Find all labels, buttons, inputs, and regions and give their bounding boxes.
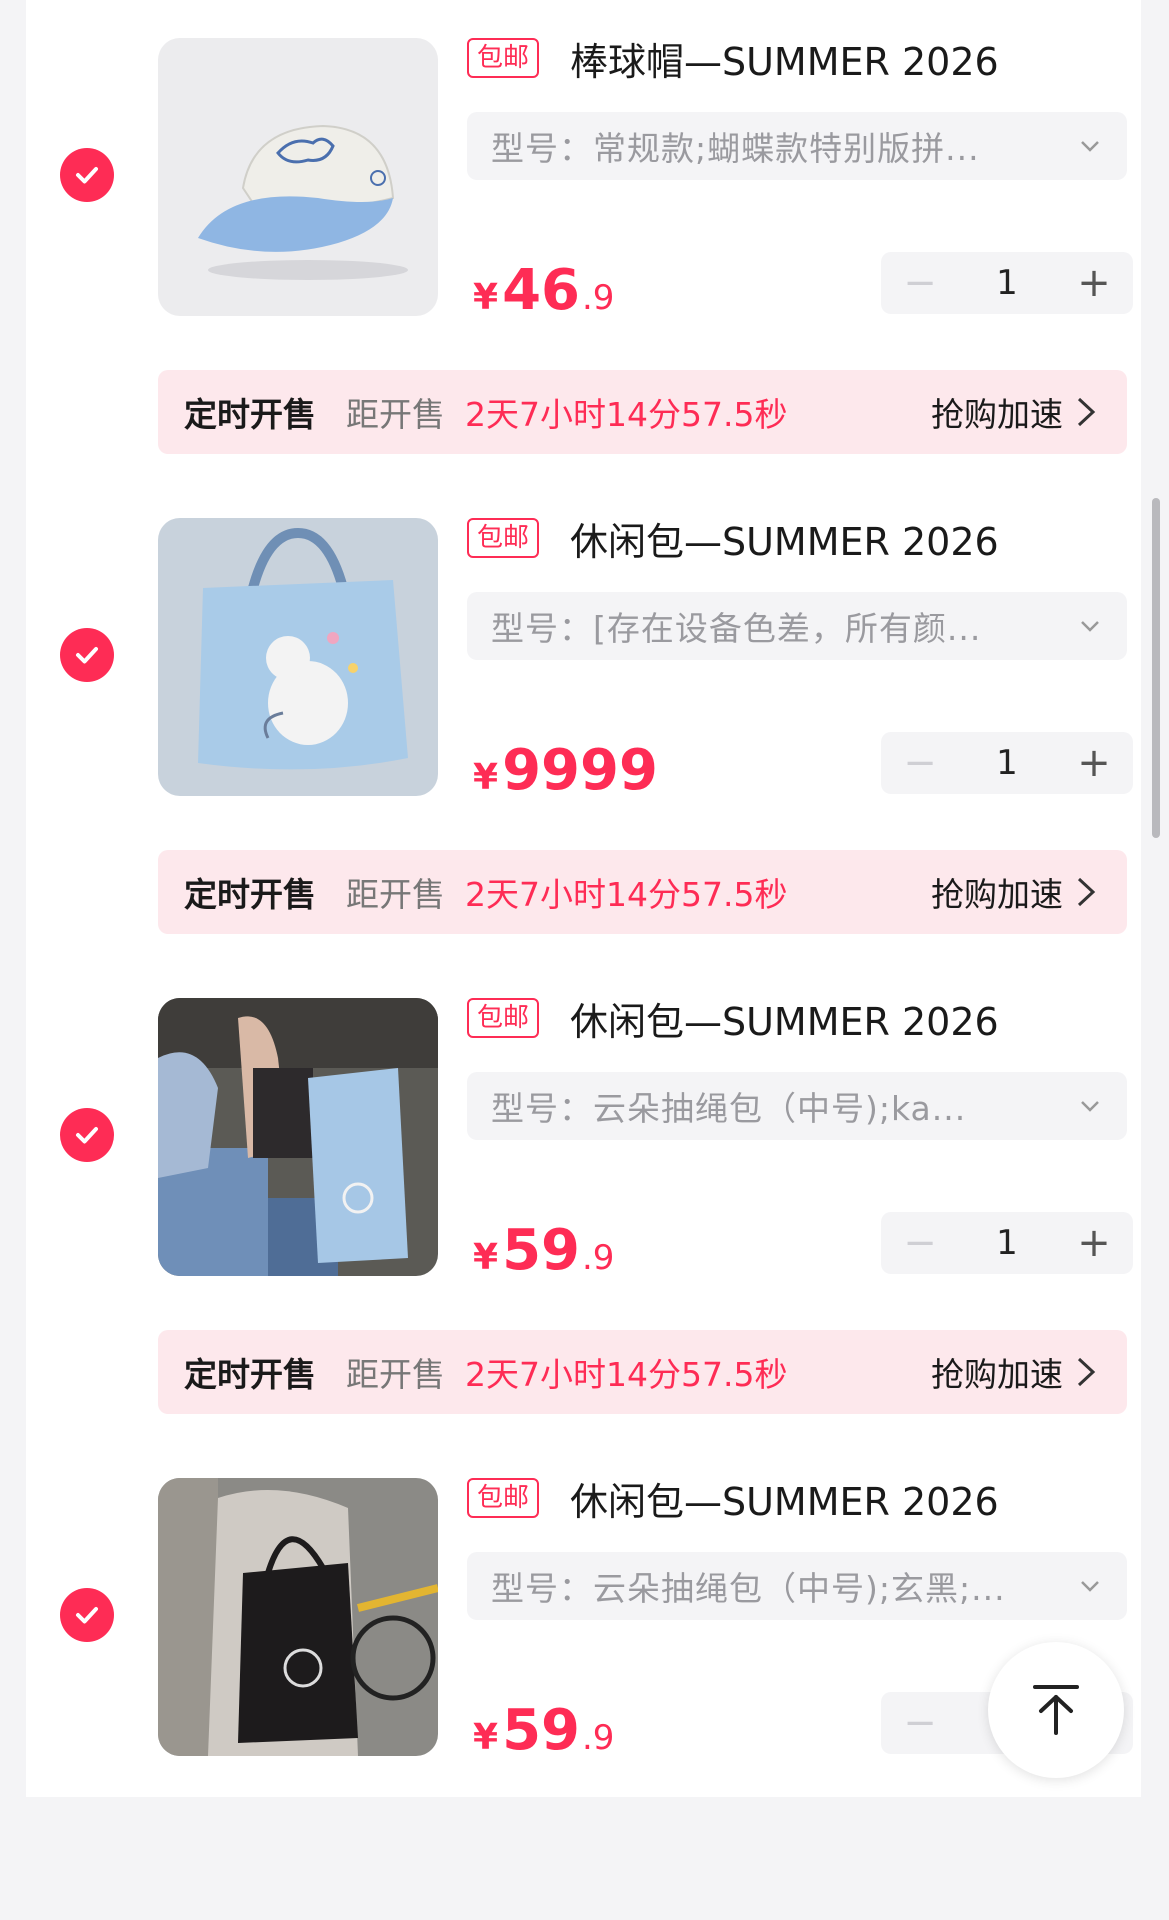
countdown: 2天7小时14分57.5秒 — [465, 395, 788, 434]
timer-prefix: 距开售 — [346, 1355, 445, 1394]
baseball-cap-image — [158, 38, 438, 316]
scheduled-sale-bar[interactable]: 定时开售 距开售 2天7小时14分57.5秒 抢购加速 — [158, 850, 1127, 934]
decrease-button[interactable]: − — [895, 1220, 945, 1266]
arrow-up-icon — [1033, 1685, 1079, 1735]
cart-list: 包邮 棒球帽—SUMMER 2026 型号：常规款;蝴蝶款特别版拼... ¥ 4… — [26, 0, 1141, 1797]
price-currency: ¥ — [473, 757, 499, 798]
product-image[interactable] — [158, 998, 438, 1276]
free-shipping-badge: 包邮 — [467, 518, 540, 558]
check-icon — [76, 1127, 98, 1144]
drawstring-bag-photo — [158, 998, 438, 1276]
increase-button[interactable]: + — [1069, 740, 1119, 786]
variant-text: 型号：云朵抽绳包（中号);ka... — [491, 1089, 967, 1128]
chevron-down-icon — [1081, 621, 1099, 632]
increase-button[interactable]: + — [1069, 260, 1119, 306]
chevron-right-icon — [1077, 877, 1096, 907]
free-shipping-badge: 包邮 — [467, 1478, 540, 1518]
variant-text: 型号：云朵抽绳包（中号);玄黑;... — [491, 1569, 1006, 1608]
quantity-stepper: − 1 + — [881, 1212, 1133, 1274]
price-integer: 9999 — [502, 738, 658, 803]
timer-label: 定时开售 — [184, 875, 316, 914]
price-currency: ¥ — [473, 1717, 499, 1758]
countdown: 2天7小时14分57.5秒 — [465, 875, 788, 914]
tote-bag-image — [158, 518, 438, 796]
free-shipping-badge: 包邮 — [467, 998, 540, 1038]
increase-button[interactable]: + — [1069, 1220, 1119, 1266]
price: ¥ 59 .9 — [473, 1218, 614, 1283]
cart-item: 包邮 休闲包—SUMMER 2026 型号：云朵抽绳包（中号);ka... ¥ … — [26, 960, 1141, 1440]
price-integer: 59 — [502, 1698, 580, 1763]
price: ¥ 46 .9 — [473, 258, 614, 323]
price-decimal: .9 — [582, 278, 615, 318]
product-image[interactable] — [158, 518, 438, 796]
product-image[interactable] — [158, 1478, 438, 1756]
chevron-right-icon — [1077, 1357, 1096, 1387]
price-decimal: .9 — [582, 1238, 615, 1278]
boost-link[interactable]: 抢购加速 — [931, 868, 1063, 916]
check-icon — [76, 1607, 98, 1624]
cart-item: 包邮 休闲包—SUMMER 2026 型号：云朵抽绳包（中号);玄黑;... ¥… — [26, 1440, 1141, 1920]
timer-label: 定时开售 — [184, 395, 316, 434]
product-image[interactable] — [158, 38, 438, 316]
countdown: 2天7小时14分57.5秒 — [465, 1355, 788, 1394]
cart-item: 包邮 休闲包—SUMMER 2026 型号：[存在设备色差，所有颜... ¥ 9… — [26, 480, 1141, 960]
quantity-value[interactable]: 1 — [977, 263, 1037, 303]
quantity-stepper: − 1 + — [881, 732, 1133, 794]
price-currency: ¥ — [473, 1237, 499, 1278]
timer-prefix: 距开售 — [346, 875, 445, 914]
variant-selector[interactable]: 型号：云朵抽绳包（中号);玄黑;... — [467, 1552, 1127, 1620]
product-title[interactable]: 棒球帽—SUMMER 2026 — [570, 36, 999, 88]
select-checkbox[interactable] — [60, 628, 114, 682]
variant-selector[interactable]: 型号：常规款;蝴蝶款特别版拼... — [467, 112, 1127, 180]
price: ¥ 59 .9 — [473, 1698, 614, 1763]
chevron-down-icon — [1081, 1101, 1099, 1112]
quantity-value[interactable]: 1 — [977, 1223, 1037, 1263]
product-title[interactable]: 休闲包—SUMMER 2026 — [570, 516, 999, 568]
price-integer: 59 — [502, 1218, 580, 1283]
black-bag-photo — [158, 1478, 438, 1756]
chevron-down-icon — [1081, 1581, 1099, 1592]
product-title[interactable]: 休闲包—SUMMER 2026 — [570, 996, 999, 1048]
back-to-top-button[interactable] — [988, 1642, 1124, 1778]
cart-item: 包邮 棒球帽—SUMMER 2026 型号：常规款;蝴蝶款特别版拼... ¥ 4… — [26, 0, 1141, 480]
scheduled-sale-bar[interactable]: 定时开售 距开售 2天7小时14分57.5秒 抢购加速 — [158, 1330, 1127, 1414]
variant-selector[interactable]: 型号：云朵抽绳包（中号);ka... — [467, 1072, 1127, 1140]
price-decimal: .9 — [582, 1718, 615, 1758]
chevron-right-icon — [1077, 397, 1096, 427]
boost-link[interactable]: 抢购加速 — [931, 388, 1063, 436]
timer-label: 定时开售 — [184, 1355, 316, 1394]
quantity-value[interactable]: 1 — [977, 743, 1037, 783]
price-currency: ¥ — [473, 277, 499, 318]
chevron-down-icon — [1081, 141, 1099, 152]
select-checkbox[interactable] — [60, 1108, 114, 1162]
product-title[interactable]: 休闲包—SUMMER 2026 — [570, 1476, 999, 1528]
decrease-button[interactable]: − — [895, 740, 945, 786]
timer-prefix: 距开售 — [346, 395, 445, 434]
boost-link[interactable]: 抢购加速 — [931, 1348, 1063, 1396]
check-icon — [76, 647, 98, 664]
check-icon — [76, 167, 98, 184]
variant-text: 型号：[存在设备色差，所有颜... — [491, 609, 982, 648]
scheduled-sale-bar[interactable]: 定时开售 距开售 2天7小时14分57.5秒 抢购加速 — [158, 370, 1127, 454]
quantity-stepper: − 1 + — [881, 252, 1133, 314]
select-checkbox[interactable] — [60, 148, 114, 202]
variant-text: 型号：常规款;蝴蝶款特别版拼... — [491, 129, 980, 168]
free-shipping-badge: 包邮 — [467, 38, 540, 78]
scrollbar[interactable] — [1152, 498, 1160, 838]
decrease-button[interactable]: − — [895, 260, 945, 306]
select-checkbox[interactable] — [60, 1588, 114, 1642]
price-integer: 46 — [502, 258, 580, 323]
decrease-button[interactable]: − — [895, 1700, 945, 1746]
variant-selector[interactable]: 型号：[存在设备色差，所有颜... — [467, 592, 1127, 660]
price: ¥ 9999 — [473, 738, 660, 803]
